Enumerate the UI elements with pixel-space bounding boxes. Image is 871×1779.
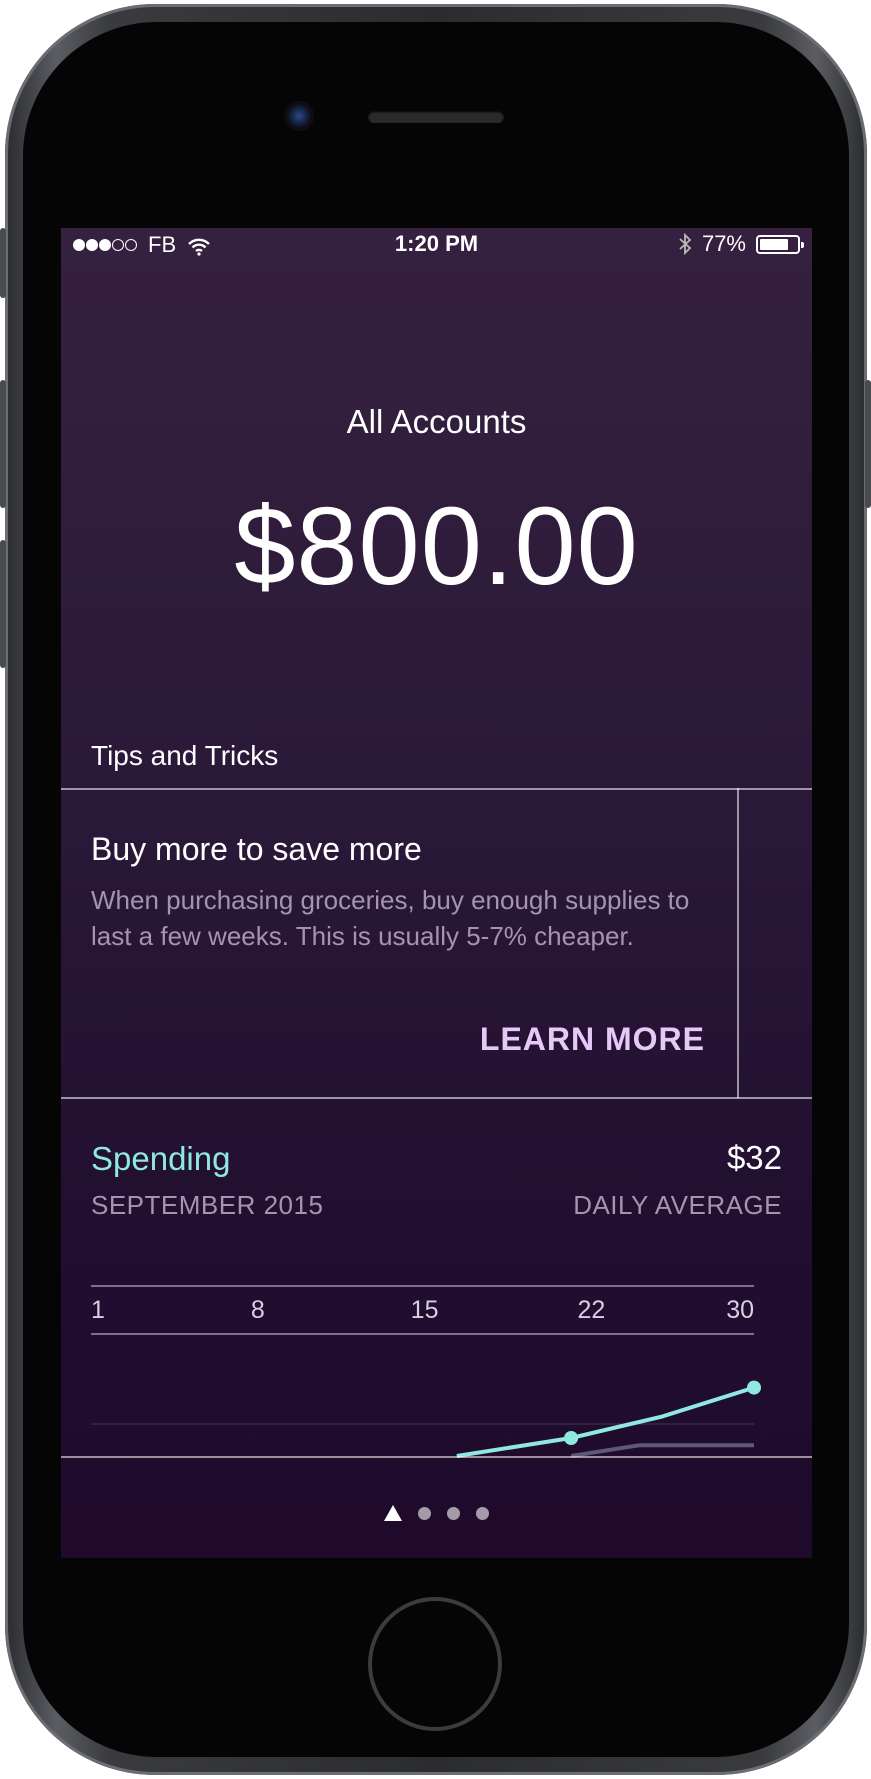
battery-fill	[760, 238, 788, 250]
status-right: 77%	[678, 231, 804, 257]
page-indicator-dot[interactable]	[476, 1506, 489, 1520]
chart-x-tick-label: 1	[91, 1296, 105, 1324]
battery-percent: 77%	[701, 231, 746, 256]
spending-title: Spending	[91, 1140, 231, 1177]
app-screen: FB 1:20 PM 77% All Accounts $800.00 Tips…	[61, 228, 812, 1558]
tip-card-title: Buy more to save more	[91, 831, 422, 867]
earpiece-speaker	[368, 111, 504, 123]
front-camera	[284, 101, 314, 131]
pager-divider	[61, 1456, 812, 1458]
spending-value: $32	[726, 1139, 782, 1176]
volume-up-button	[0, 380, 6, 508]
tips-section-title: Tips and Tricks	[91, 740, 279, 771]
chart-series-line	[570, 1443, 754, 1458]
chart-x-tick-label: 15	[411, 1296, 439, 1324]
spending-period: SEPTEMBER 2015	[91, 1190, 324, 1220]
battery-icon	[756, 234, 804, 254]
tip-card-body: When purchasing groceries, buy enough su…	[91, 885, 690, 951]
status-bar: FB 1:20 PM 77%	[61, 228, 812, 258]
chart-point-marker	[564, 1431, 579, 1445]
volume-down-button	[0, 540, 6, 668]
chart-x-tick-label: 22	[577, 1296, 605, 1324]
page-indicator[interactable]	[61, 1498, 812, 1528]
chart-x-tick-label: 30	[726, 1296, 754, 1324]
page-indicator-current[interactable]	[384, 1505, 402, 1521]
bluetooth-icon	[678, 232, 692, 256]
account-balance[interactable]: $800.00	[61, 483, 812, 610]
home-button[interactable]	[368, 1597, 502, 1731]
power-button	[865, 380, 871, 508]
tips-bottom-divider	[61, 1097, 812, 1099]
page-indicator-dot[interactable]	[418, 1506, 431, 1520]
chart-x-tick-label: 8	[251, 1296, 265, 1324]
page-indicator-dot[interactable]	[447, 1506, 460, 1520]
mute-switch	[0, 228, 6, 298]
chart-point-marker	[747, 1380, 761, 1395]
accounts-title: All Accounts	[346, 403, 527, 440]
learn-more-button[interactable]: LEARN MORE	[480, 1021, 705, 1058]
tip-card-edge-divider	[737, 788, 739, 1098]
tips-top-divider	[61, 788, 812, 790]
spending-chart: 1 8 15 22 30	[91, 1285, 761, 1458]
spending-value-caption: DAILY AVERAGE	[573, 1190, 782, 1220]
